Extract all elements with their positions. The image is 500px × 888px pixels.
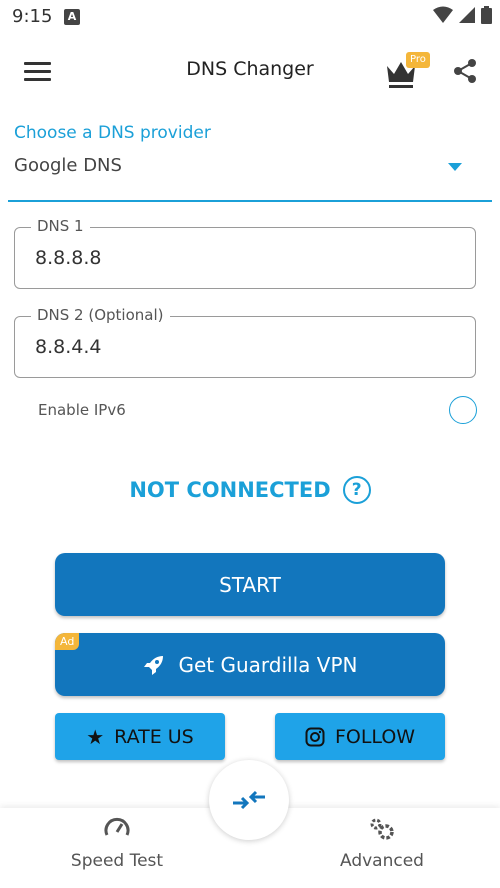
rate-us-button[interactable]: ★ RATE US	[55, 713, 225, 760]
battery-icon	[481, 6, 492, 24]
share-icon	[454, 59, 476, 83]
speedometer-icon	[104, 817, 130, 836]
dns2-label: DNS 2 (Optional)	[31, 306, 170, 324]
provider-dropdown[interactable]: Google DNS	[8, 152, 492, 202]
status-indicators	[433, 6, 492, 24]
dns2-field[interactable]: DNS 2 (Optional)	[14, 306, 476, 378]
dns1-input[interactable]	[35, 247, 435, 269]
follow-button[interactable]: FOLLOW	[275, 713, 445, 760]
dns1-label: DNS 1	[31, 217, 90, 235]
nav-speed-test-label: Speed Test	[70, 851, 164, 871]
start-button-label: START	[219, 572, 281, 597]
connection-status-text: NOT CONNECTED	[129, 478, 331, 502]
swap-arrows-icon	[233, 790, 265, 810]
status-time: 9:15	[12, 6, 53, 27]
ad-badge: Ad	[55, 633, 80, 650]
nav-advanced-label: Advanced	[340, 851, 424, 871]
premium-button[interactable]: Pro	[384, 52, 430, 90]
get-vpn-label: Get Guardilla VPN	[178, 652, 358, 677]
dropdown-underline	[8, 200, 492, 202]
gears-icon	[370, 818, 394, 840]
pro-badge: Pro	[406, 52, 430, 68]
star-icon: ★	[86, 724, 105, 749]
dns2-input[interactable]	[35, 336, 435, 358]
get-vpn-button[interactable]: Ad Get Guardilla VPN	[55, 633, 445, 696]
ipv6-radio[interactable]	[449, 396, 477, 424]
help-icon[interactable]: ?	[342, 476, 371, 504]
provider-label: Choose a DNS provider	[14, 123, 211, 143]
signal-icon	[459, 7, 475, 23]
nav-advanced[interactable]: Advanced	[307, 815, 457, 871]
wifi-icon	[433, 6, 453, 23]
switch-dns-button[interactable]	[209, 760, 289, 840]
dropdown-arrow-icon	[448, 163, 462, 171]
nav-speed-test[interactable]: Speed Test	[42, 815, 192, 871]
start-button[interactable]: START	[55, 553, 445, 616]
rate-us-label: RATE US	[114, 725, 194, 748]
dns1-field[interactable]: DNS 1	[14, 217, 476, 289]
provider-selected-value: Google DNS	[14, 155, 122, 176]
ipv6-label: Enable IPv6	[38, 401, 126, 419]
share-button[interactable]	[452, 58, 480, 86]
rocket-icon	[143, 655, 163, 675]
notification-icon: A	[64, 9, 80, 25]
connection-status: NOT CONNECTED ?	[0, 476, 500, 504]
follow-label: FOLLOW	[334, 725, 416, 748]
instagram-icon	[305, 727, 325, 746]
